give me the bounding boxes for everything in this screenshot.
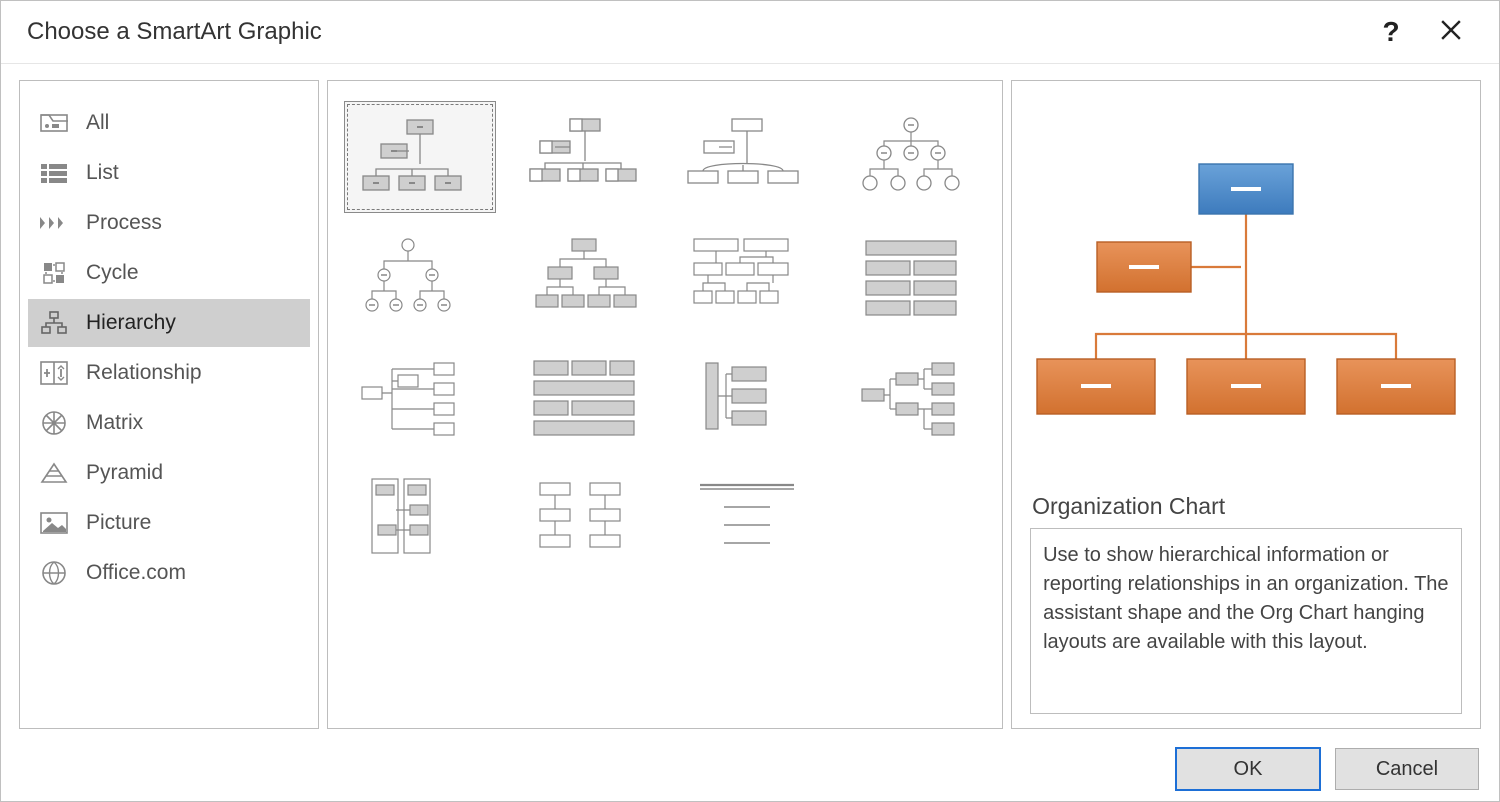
pyramid-icon [38, 459, 70, 487]
preview-canvas [1030, 103, 1462, 485]
layout-grid [344, 101, 986, 571]
layout-hierarchy-list[interactable] [836, 221, 986, 331]
category-label: Picture [86, 511, 151, 535]
category-all[interactable]: All [28, 99, 310, 147]
category-label: Pyramid [86, 461, 163, 485]
category-list[interactable]: List [28, 149, 310, 197]
dialog-body: All List Process Cycle [1, 64, 1499, 737]
category-pyramid[interactable]: Pyramid [28, 449, 310, 497]
category-cycle[interactable]: Cycle [28, 249, 310, 297]
layout-lined-list[interactable] [344, 461, 494, 571]
smartart-dialog: Choose a SmartArt Graphic ? All List [0, 0, 1500, 802]
process-icon [38, 209, 70, 237]
category-label: Cycle [86, 261, 139, 285]
layout-simple-lined-list[interactable] [672, 461, 822, 571]
layout-organization-chart[interactable] [344, 101, 496, 213]
layout-hierarchy[interactable] [344, 221, 494, 331]
preview-diagram [1031, 144, 1461, 444]
titlebar: Choose a SmartArt Graphic ? [1, 1, 1499, 64]
category-label: Relationship [86, 361, 202, 385]
category-label: All [86, 111, 109, 135]
layout-circle-picture-hierarchy[interactable] [836, 101, 986, 211]
layout-gallery [327, 80, 1003, 729]
category-sidebar: All List Process Cycle [19, 80, 319, 729]
help-icon: ? [1382, 16, 1399, 48]
layout-architecture[interactable] [508, 461, 658, 571]
cycle-icon [38, 259, 70, 287]
layout-horizontal-labeled-hierarchy[interactable] [836, 341, 986, 451]
category-officecom[interactable]: Office.com [28, 549, 310, 597]
ok-button[interactable]: OK [1175, 747, 1321, 791]
category-process[interactable]: Process [28, 199, 310, 247]
category-relationship[interactable]: Relationship [28, 349, 310, 397]
matrix-icon [38, 409, 70, 437]
relationship-icon [38, 359, 70, 387]
all-icon [38, 109, 70, 137]
category-hierarchy[interactable]: Hierarchy [28, 299, 310, 347]
cancel-button[interactable]: Cancel [1335, 748, 1479, 790]
list-icon [38, 159, 70, 187]
layout-labeled-hierarchy[interactable] [508, 221, 658, 331]
category-label: List [86, 161, 119, 185]
preview-panel: Organization Chart Use to show hierarchi… [1011, 80, 1481, 729]
category-picture[interactable]: Picture [28, 499, 310, 547]
category-label: Process [86, 211, 162, 235]
layout-horizontal-hierarchy[interactable] [672, 341, 822, 451]
help-button[interactable]: ? [1367, 8, 1415, 56]
layout-horizontal-multilevel[interactable] [508, 341, 658, 451]
close-button[interactable] [1427, 8, 1475, 56]
category-label: Hierarchy [86, 311, 176, 335]
dialog-title: Choose a SmartArt Graphic [27, 18, 1355, 46]
picture-icon [38, 509, 70, 537]
category-label: Matrix [86, 411, 143, 435]
hierarchy-icon [38, 309, 70, 337]
category-label: Office.com [86, 561, 186, 585]
globe-icon [38, 559, 70, 587]
layout-table-hierarchy[interactable] [672, 221, 822, 331]
preview-description: Use to show hierarchical information or … [1030, 528, 1462, 714]
dialog-footer: OK Cancel [1, 737, 1499, 801]
close-icon [1440, 16, 1462, 48]
layout-horizontal-org-chart[interactable] [344, 341, 494, 451]
category-matrix[interactable]: Matrix [28, 399, 310, 447]
preview-title: Organization Chart [1032, 493, 1460, 520]
layout-half-circle-org-chart[interactable] [672, 101, 822, 211]
layout-name-title-org-chart[interactable] [508, 101, 658, 211]
